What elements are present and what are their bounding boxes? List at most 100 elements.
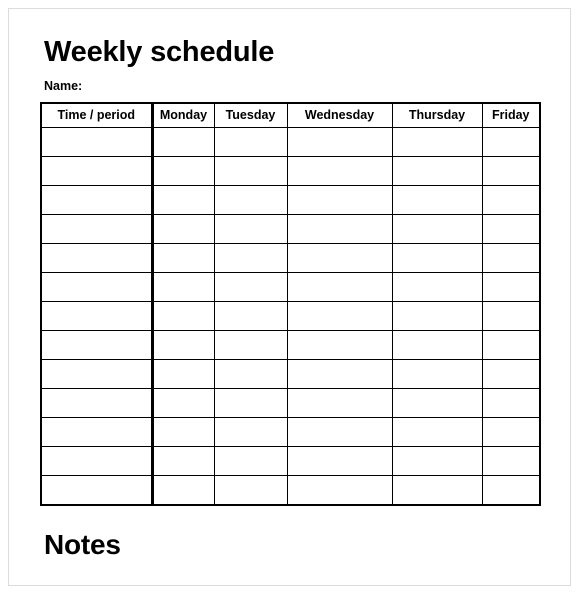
- cell-friday[interactable]: [481, 475, 541, 506]
- cell-monday[interactable]: [151, 243, 215, 273]
- cell-thursday[interactable]: [391, 359, 483, 389]
- table-row: [40, 359, 541, 389]
- cell-wednesday[interactable]: [286, 359, 393, 389]
- cell-time[interactable]: [40, 127, 154, 157]
- cell-tuesday[interactable]: [213, 214, 288, 244]
- table-row: [40, 475, 541, 506]
- cell-monday[interactable]: [151, 272, 215, 302]
- cell-wednesday[interactable]: [286, 388, 393, 418]
- table-row: [40, 156, 541, 186]
- table-row: [40, 301, 541, 331]
- cell-tuesday[interactable]: [213, 185, 288, 215]
- column-header-friday[interactable]: Friday: [481, 102, 541, 128]
- cell-monday[interactable]: [151, 214, 215, 244]
- table-body: [40, 127, 541, 506]
- cell-wednesday[interactable]: [286, 417, 393, 447]
- cell-friday[interactable]: [481, 272, 541, 302]
- cell-wednesday[interactable]: [286, 301, 393, 331]
- cell-wednesday[interactable]: [286, 272, 393, 302]
- cell-thursday[interactable]: [391, 417, 483, 447]
- cell-time[interactable]: [40, 301, 154, 331]
- cell-monday[interactable]: [151, 185, 215, 215]
- cell-monday[interactable]: [151, 301, 215, 331]
- weekly-schedule-table: Time / period Monday Tuesday Wednesday Thurs…: [40, 102, 541, 506]
- cell-tuesday[interactable]: [213, 243, 288, 273]
- cell-tuesday[interactable]: [213, 475, 288, 506]
- cell-time[interactable]: [40, 156, 154, 186]
- cell-thursday[interactable]: [391, 214, 483, 244]
- cell-friday[interactable]: [481, 417, 541, 447]
- cell-time[interactable]: [40, 359, 154, 389]
- cell-wednesday[interactable]: [286, 214, 393, 244]
- column-header-monday[interactable]: Monday: [151, 102, 215, 128]
- cell-friday[interactable]: [481, 359, 541, 389]
- cell-tuesday[interactable]: [213, 156, 288, 186]
- cell-wednesday[interactable]: [286, 127, 393, 157]
- cell-tuesday[interactable]: [213, 301, 288, 331]
- cell-wednesday[interactable]: [286, 475, 393, 506]
- table-row: [40, 330, 541, 360]
- cell-monday[interactable]: [151, 330, 215, 360]
- table-head: Time / period Monday Tuesday Wednesday Thurs…: [40, 102, 541, 128]
- cell-tuesday[interactable]: [213, 359, 288, 389]
- cell-wednesday[interactable]: [286, 330, 393, 360]
- table-row: [40, 446, 541, 476]
- schedule-table-container: Time / period Monday Tuesday Wednesday Thurs…: [40, 102, 541, 506]
- cell-tuesday[interactable]: [213, 127, 288, 157]
- cell-time[interactable]: [40, 417, 154, 447]
- table-row: [40, 243, 541, 273]
- cell-monday[interactable]: [151, 446, 215, 476]
- column-header-thursday[interactable]: Thursday: [391, 102, 483, 128]
- cell-monday[interactable]: [151, 417, 215, 447]
- cell-friday[interactable]: [481, 446, 541, 476]
- cell-thursday[interactable]: [391, 185, 483, 215]
- cell-time[interactable]: [40, 243, 154, 273]
- cell-friday[interactable]: [481, 243, 541, 273]
- cell-friday[interactable]: [481, 185, 541, 215]
- cell-friday[interactable]: [481, 214, 541, 244]
- cell-thursday[interactable]: [391, 475, 483, 506]
- column-header-wednesday[interactable]: Wednesday: [286, 102, 393, 128]
- cell-thursday[interactable]: [391, 301, 483, 331]
- column-header-time[interactable]: Time / period: [40, 102, 154, 128]
- notes-heading: Notes: [44, 529, 121, 560]
- cell-thursday[interactable]: [391, 243, 483, 273]
- cell-time[interactable]: [40, 214, 154, 244]
- cell-monday[interactable]: [151, 475, 215, 506]
- cell-monday[interactable]: [151, 359, 215, 389]
- cell-thursday[interactable]: [391, 127, 483, 157]
- cell-time[interactable]: [40, 388, 154, 418]
- cell-tuesday[interactable]: [213, 446, 288, 476]
- cell-wednesday[interactable]: [286, 243, 393, 273]
- cell-friday[interactable]: [481, 301, 541, 331]
- cell-monday[interactable]: [151, 156, 215, 186]
- cell-monday[interactable]: [151, 388, 215, 418]
- column-header-tuesday[interactable]: Tuesday: [213, 102, 288, 128]
- cell-time[interactable]: [40, 475, 154, 506]
- cell-friday[interactable]: [481, 127, 541, 157]
- document-page: Weekly schedule Name: Time / period Monda…: [8, 8, 571, 586]
- cell-wednesday[interactable]: [286, 156, 393, 186]
- cell-thursday[interactable]: [391, 156, 483, 186]
- cell-monday[interactable]: [151, 127, 215, 157]
- table-row: [40, 388, 541, 418]
- cell-thursday[interactable]: [391, 272, 483, 302]
- page-title: Weekly schedule: [44, 36, 275, 68]
- cell-time[interactable]: [40, 446, 154, 476]
- cell-tuesday[interactable]: [213, 388, 288, 418]
- cell-wednesday[interactable]: [286, 446, 393, 476]
- cell-tuesday[interactable]: [213, 272, 288, 302]
- cell-friday[interactable]: [481, 330, 541, 360]
- cell-time[interactable]: [40, 272, 154, 302]
- cell-thursday[interactable]: [391, 388, 483, 418]
- cell-tuesday[interactable]: [213, 330, 288, 360]
- cell-friday[interactable]: [481, 388, 541, 418]
- cell-thursday[interactable]: [391, 446, 483, 476]
- cell-time[interactable]: [40, 185, 154, 215]
- table-header-row: Time / period Monday Tuesday Wednesday Thurs…: [40, 102, 541, 128]
- cell-thursday[interactable]: [391, 330, 483, 360]
- cell-wednesday[interactable]: [286, 185, 393, 215]
- cell-friday[interactable]: [481, 156, 541, 186]
- cell-tuesday[interactable]: [213, 417, 288, 447]
- cell-time[interactable]: [40, 330, 154, 360]
